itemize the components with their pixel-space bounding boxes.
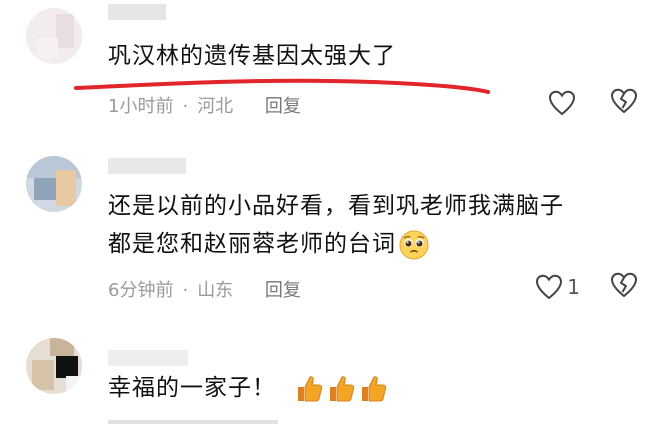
pleading-face-emoji xyxy=(399,230,429,259)
avatar[interactable] xyxy=(26,156,82,212)
like-button[interactable] xyxy=(548,90,576,116)
avatar[interactable] xyxy=(26,8,82,64)
heart-outline-icon xyxy=(548,90,576,116)
reply-button[interactable]: 回复 xyxy=(265,96,301,117)
broken-heart-icon xyxy=(610,272,638,298)
thumbs-up-emoji xyxy=(298,375,323,401)
comment-time: 6分钟前 xyxy=(108,280,174,301)
comment-text-line1: 还是以前的小品好看，看到巩老师我满脑子 xyxy=(108,193,564,219)
comment-meta-cut xyxy=(108,414,278,424)
comment-text: 幸福的一家子！ xyxy=(108,372,388,404)
thumbs-up-emoji xyxy=(362,375,387,401)
comment-text-line2: 都是您和赵丽蓉老师的台词 xyxy=(108,228,564,261)
like-button[interactable]: 1 xyxy=(535,274,584,300)
thumbs-up-group xyxy=(292,375,388,401)
comment-time: 1小时前 xyxy=(108,96,174,117)
like-count: 1 xyxy=(567,275,580,299)
username-redacted[interactable] xyxy=(108,350,188,366)
username-redacted[interactable] xyxy=(108,158,186,174)
comment-meta: 6分钟前 · 山东 回复 xyxy=(108,280,301,301)
heart-outline-icon xyxy=(536,274,563,300)
comment-location: 山东 xyxy=(197,280,234,301)
comment-meta: 1小时前 · 河北 回复 xyxy=(108,96,301,117)
comment-text: 还是以前的小品好看，看到巩老师我满脑子 都是您和赵丽蓉老师的台词 xyxy=(108,190,564,261)
comment-location: 河北 xyxy=(197,96,234,117)
thumbs-up-emoji xyxy=(330,375,355,401)
username-redacted[interactable] xyxy=(108,4,166,20)
comment-text: 巩汉林的遗传基因太强大了 xyxy=(108,43,396,69)
avatar[interactable] xyxy=(26,338,82,394)
dislike-button[interactable] xyxy=(610,88,638,118)
broken-heart-icon xyxy=(610,88,638,114)
reply-button[interactable]: 回复 xyxy=(265,280,301,301)
dislike-button[interactable] xyxy=(610,272,638,302)
